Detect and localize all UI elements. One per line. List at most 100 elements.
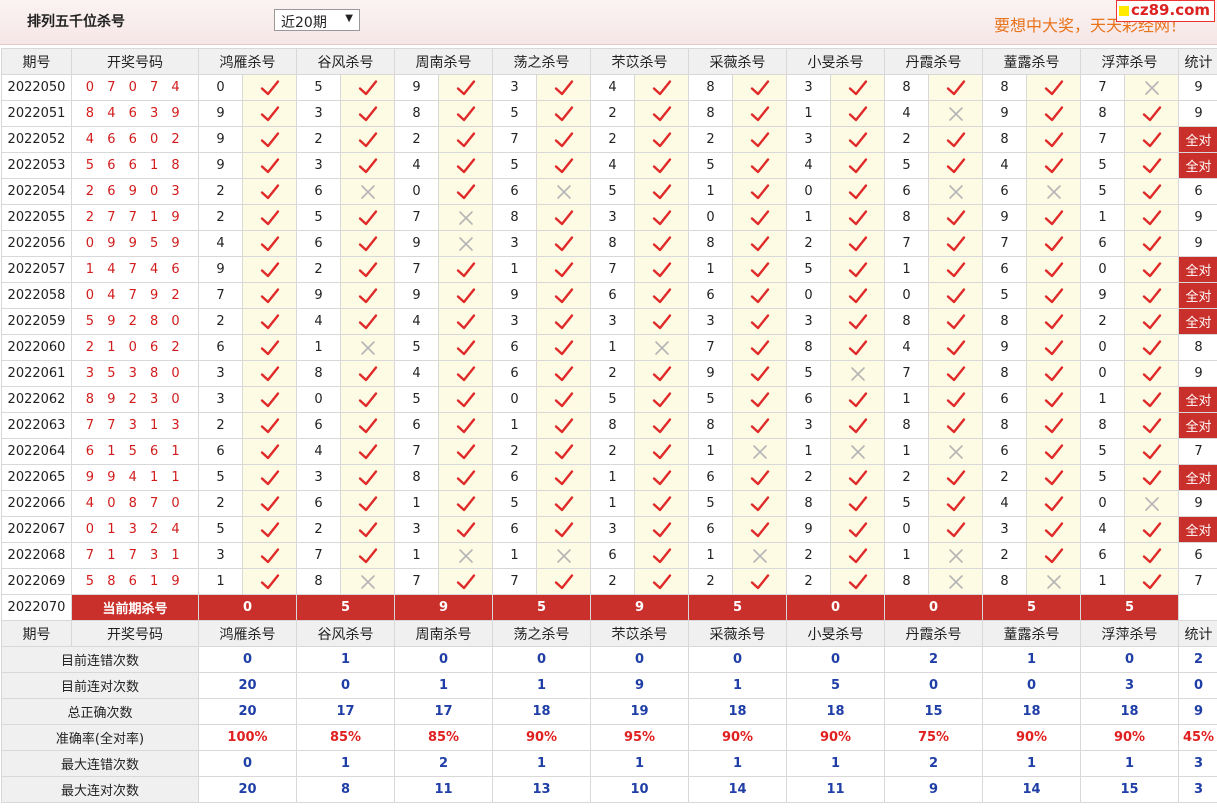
stats-value: 1	[394, 672, 493, 699]
kill-number-cell: 1	[394, 490, 439, 517]
kill-number-cell: 2	[590, 438, 635, 465]
stats-value: 2	[884, 750, 983, 777]
result-cell	[242, 74, 297, 101]
stats-value: 15	[884, 698, 983, 725]
kill-number-cell: 1	[688, 256, 733, 283]
stats-value: 1	[492, 750, 591, 777]
col-header-expert: 蕫露杀号	[982, 620, 1081, 647]
cross-icon	[752, 548, 767, 563]
check-icon	[358, 495, 377, 511]
check-icon	[1044, 105, 1063, 121]
stats-value: 10	[590, 776, 689, 803]
result-cell	[536, 152, 591, 179]
kill-number-cell: 1	[198, 568, 243, 595]
range-select[interactable]: 近20期 ▼	[274, 9, 360, 31]
check-icon	[652, 313, 671, 329]
stats-value: 19	[590, 698, 689, 725]
result-cell	[438, 100, 493, 127]
cross-icon	[948, 548, 963, 563]
check-icon	[260, 547, 279, 563]
check-icon	[1142, 131, 1161, 147]
draw-number-cell: 4 6 6 0 2	[71, 126, 199, 153]
period-cell: 2022062	[1, 386, 72, 413]
kill-number-cell: 3	[394, 516, 439, 543]
col-header-expert: 浮萍杀号	[1080, 620, 1179, 647]
check-icon	[456, 261, 475, 277]
site-logo[interactable]: cz89.com	[1116, 0, 1216, 22]
kill-number-cell: 5	[982, 282, 1027, 309]
result-cell	[928, 334, 983, 361]
draw-number-cell: 9 9 4 1 1	[71, 464, 199, 491]
all-right-badge: 全对	[1178, 152, 1217, 179]
stats-value: 95%	[590, 724, 689, 751]
result-cell	[340, 100, 395, 127]
check-icon	[260, 209, 279, 225]
kill-number-cell: 2	[688, 568, 733, 595]
check-icon	[652, 287, 671, 303]
result-cell	[1026, 178, 1081, 205]
result-cell	[732, 126, 787, 153]
kill-number-cell: 5	[394, 386, 439, 413]
kill-number-cell: 2	[884, 126, 929, 153]
check-icon	[1142, 287, 1161, 303]
current-kill-number: 9	[590, 594, 689, 621]
check-icon	[358, 365, 377, 381]
check-icon	[848, 521, 867, 537]
check-icon	[652, 547, 671, 563]
result-cell	[536, 256, 591, 283]
draw-number-cell: 8 9 2 3 0	[71, 386, 199, 413]
result-cell	[928, 490, 983, 517]
kill-number-cell: 1	[492, 256, 537, 283]
check-icon	[750, 209, 769, 225]
kill-number-cell: 6	[884, 178, 929, 205]
check-icon	[1142, 261, 1161, 277]
kill-number-cell: 2	[786, 568, 831, 595]
stats-value: 18	[1080, 698, 1179, 725]
kill-number-cell: 8	[982, 308, 1027, 335]
kill-number-cell: 6	[198, 334, 243, 361]
cross-icon	[752, 444, 767, 459]
check-icon	[750, 495, 769, 511]
stat-cell: 9	[1178, 74, 1217, 101]
stats-value: 75%	[884, 724, 983, 751]
kill-number-cell: 4	[296, 308, 341, 335]
kill-number-cell: 7	[492, 568, 537, 595]
stats-value: 8	[296, 776, 395, 803]
range-select-value: 近20期	[281, 15, 327, 31]
result-cell	[438, 178, 493, 205]
col-header-expert: 鸿雁杀号	[198, 48, 297, 75]
col-header-expert: 谷风杀号	[296, 48, 395, 75]
cross-icon	[1144, 80, 1159, 95]
result-cell	[1124, 386, 1179, 413]
stats-row: 目前连错次数 0 1 0 0 0 0 0 2 1 0 2	[1, 646, 1217, 673]
check-icon	[652, 365, 671, 381]
check-icon	[946, 157, 965, 173]
kill-number-cell: 6	[982, 256, 1027, 283]
cross-icon	[556, 548, 571, 563]
kill-number-cell: 8	[982, 126, 1027, 153]
result-cell	[830, 568, 885, 595]
result-cell	[732, 568, 787, 595]
kill-number-cell: 1	[492, 542, 537, 569]
kill-number-cell: 4	[884, 100, 929, 127]
check-icon	[358, 131, 377, 147]
check-icon	[750, 183, 769, 199]
period-cell: 2022054	[1, 178, 72, 205]
kill-number-cell: 0	[198, 74, 243, 101]
result-cell	[536, 334, 591, 361]
check-icon	[260, 131, 279, 147]
check-icon	[652, 573, 671, 589]
kill-number-cell: 5	[492, 100, 537, 127]
result-cell	[732, 334, 787, 361]
kill-number-cell: 0	[296, 386, 341, 413]
check-icon	[358, 235, 377, 251]
result-cell	[830, 516, 885, 543]
check-icon	[554, 469, 573, 485]
check-icon	[1044, 443, 1063, 459]
result-cell	[536, 516, 591, 543]
draw-number-cell: 0 9 9 5 9	[71, 230, 199, 257]
stats-value: 11	[394, 776, 493, 803]
check-icon	[750, 339, 769, 355]
check-icon	[554, 79, 573, 95]
kill-number-cell: 2	[884, 464, 929, 491]
